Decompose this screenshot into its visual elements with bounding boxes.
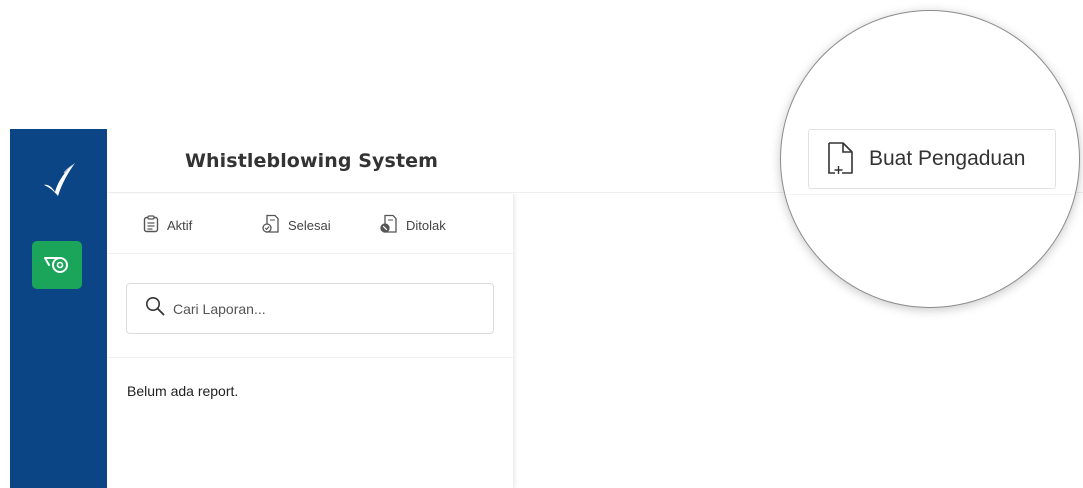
checkmark-logo-icon[interactable] [40, 159, 80, 199]
tab-selesai[interactable]: Selesai [262, 214, 331, 236]
tab-label: Ditolak [406, 217, 446, 233]
search-input[interactable] [173, 300, 473, 317]
clipboard-icon [143, 214, 167, 236]
sidebar-item-whistle[interactable] [32, 241, 82, 289]
tab-label: Selesai [288, 217, 331, 233]
search-icon [145, 296, 165, 321]
search-box[interactable] [126, 283, 494, 334]
tab-aktif[interactable]: Aktif [143, 214, 192, 236]
new-file-icon [827, 141, 855, 178]
magnifier-callout: Buat Pengaduan [780, 10, 1080, 308]
empty-report-message: Belum ada report. [127, 383, 239, 399]
tab-ditolak[interactable]: Ditolak [380, 214, 446, 236]
divider [781, 194, 1079, 195]
document-check-icon [262, 214, 288, 237]
sidebar [10, 129, 107, 488]
tab-label: Aktif [167, 217, 193, 233]
create-report-button[interactable]: Buat Pengaduan [808, 129, 1056, 189]
page-title: Whistleblowing System [185, 150, 439, 172]
whistle-icon [43, 254, 71, 277]
report-tabs: Aktif Selesai Ditolak [107, 194, 513, 254]
create-report-label: Buat Pengaduan [869, 147, 1026, 170]
search-section [107, 254, 513, 358]
document-reject-icon [380, 214, 406, 237]
report-panel: Aktif Selesai Ditolak Cari Laporan... Be… [107, 194, 514, 488]
